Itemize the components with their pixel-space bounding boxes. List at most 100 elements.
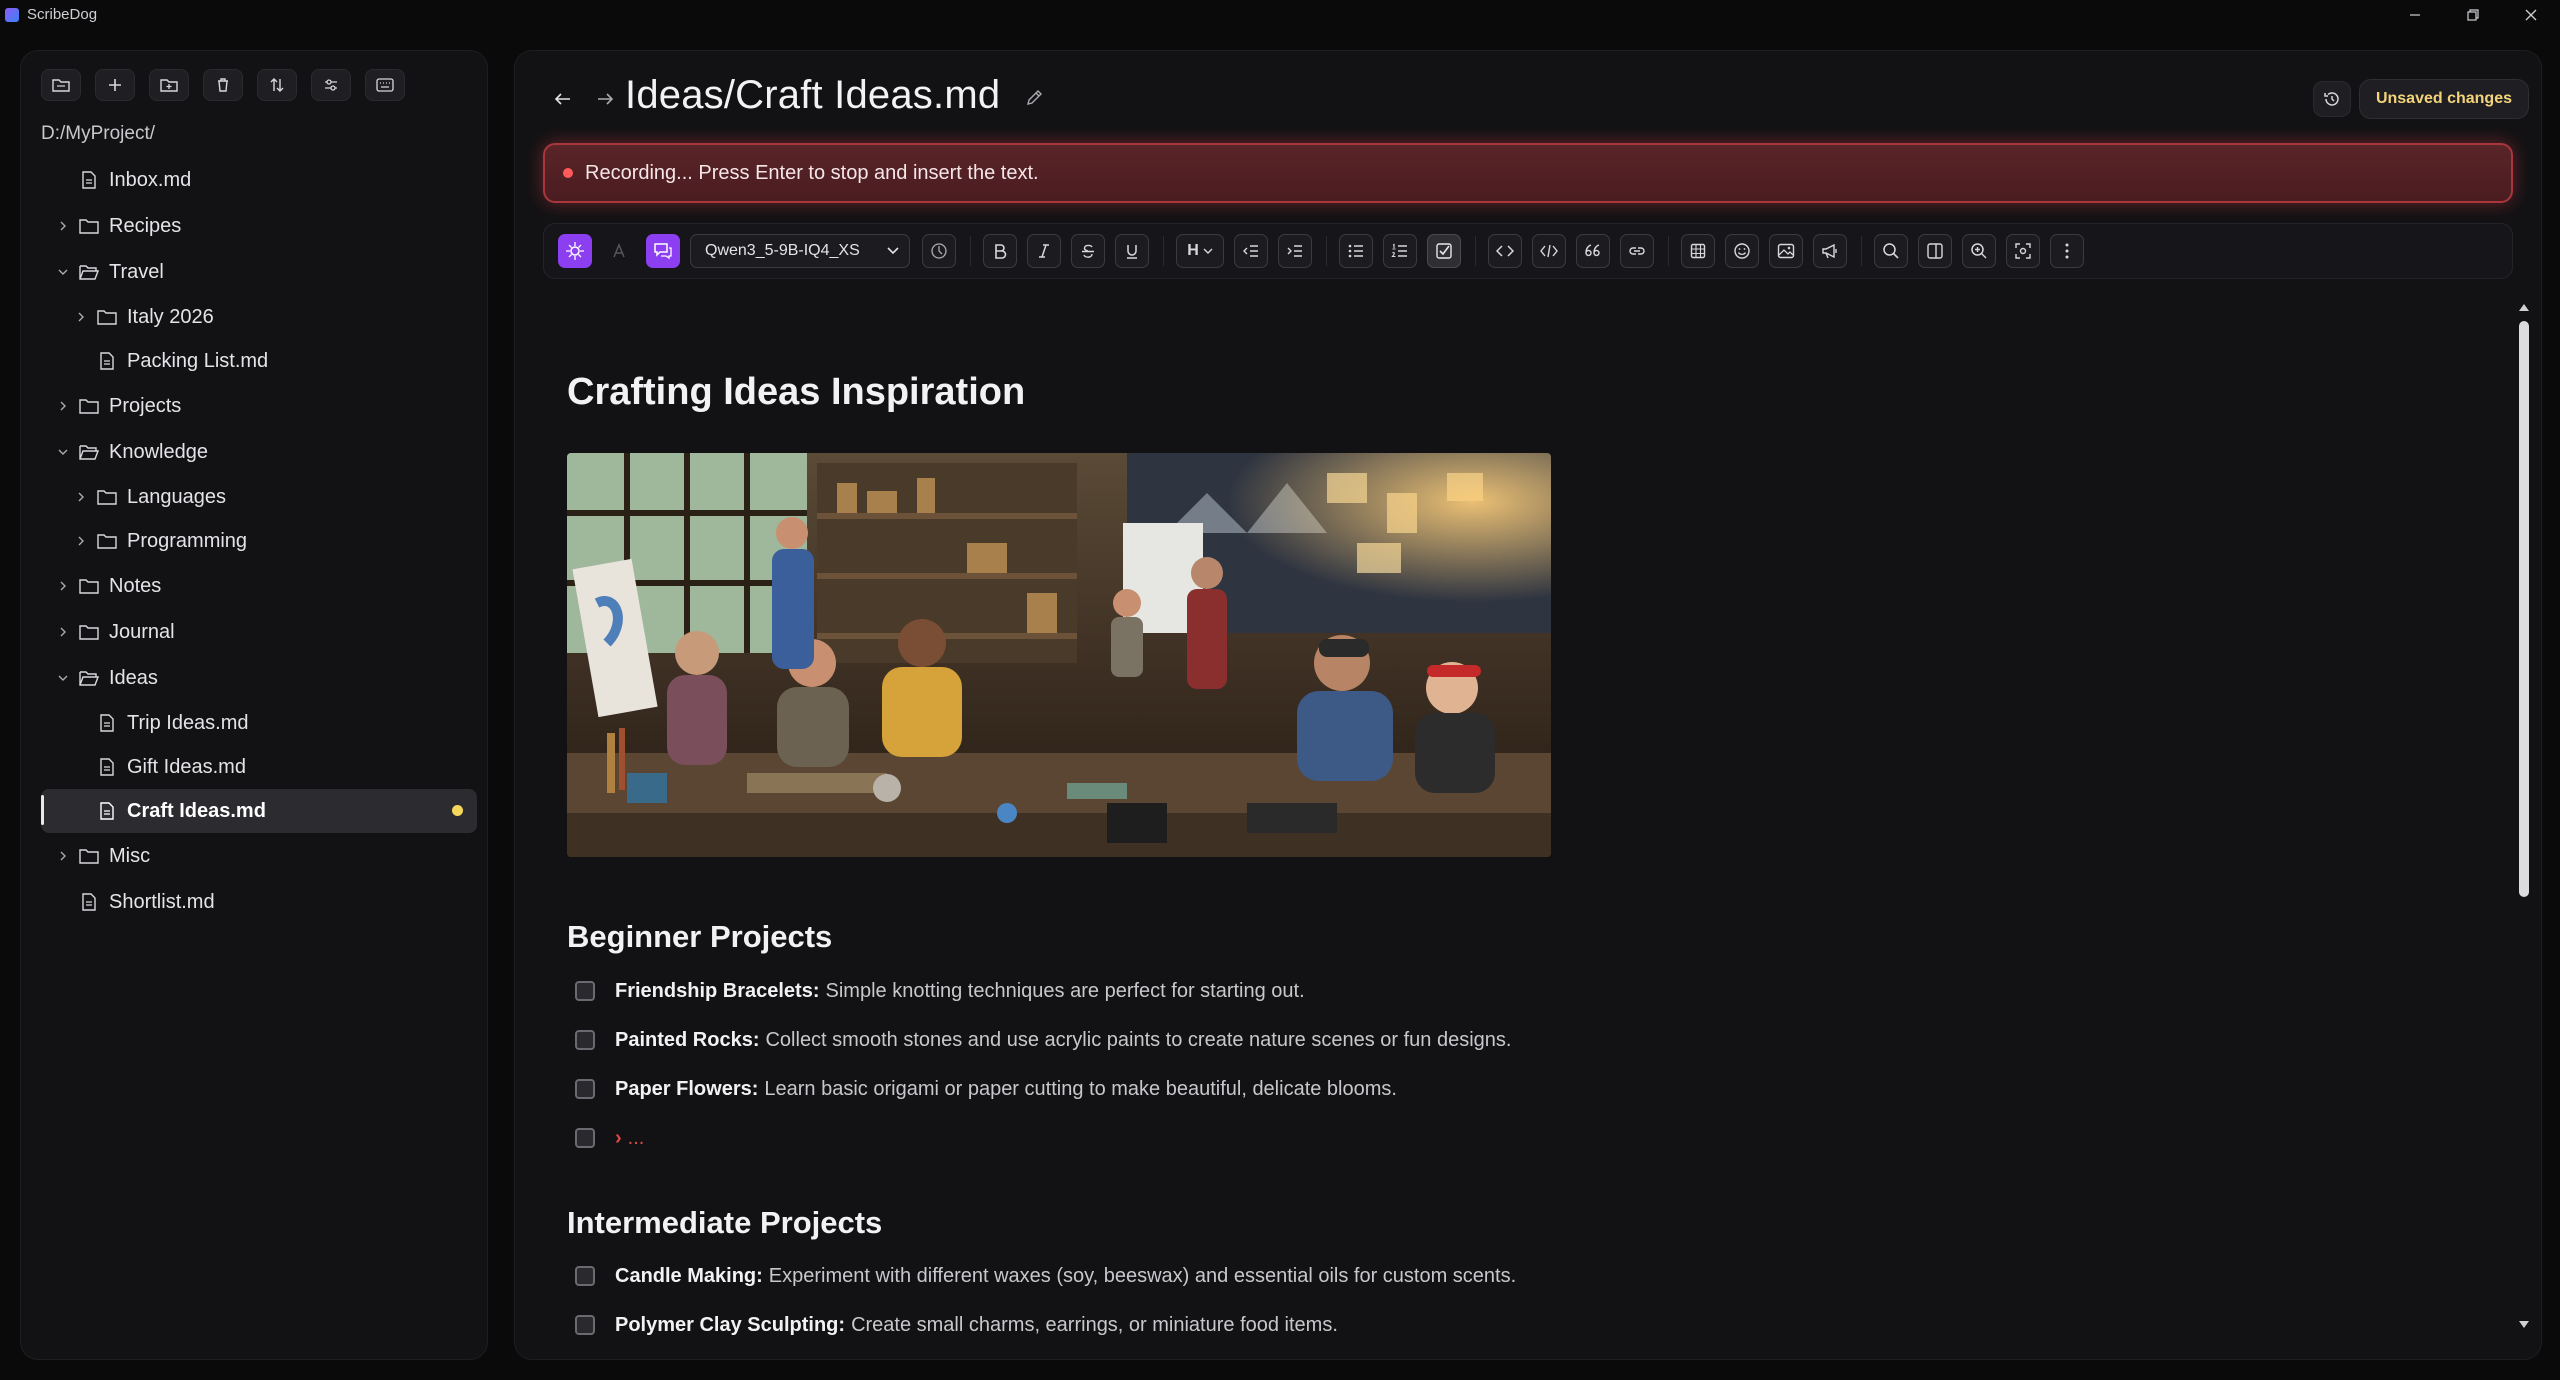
sort-button[interactable] <box>257 69 297 101</box>
task-checkbox[interactable] <box>575 981 595 1001</box>
task-item: Friendship Bracelets: Simple knotting te… <box>567 975 1305 1007</box>
chevron-right-icon[interactable] <box>73 489 89 505</box>
tree-folder-ideas[interactable]: Ideas <box>21 655 487 701</box>
toolbar-divider <box>1668 236 1669 266</box>
emoji-button[interactable] <box>1725 234 1759 268</box>
quote-button[interactable] <box>1576 234 1610 268</box>
tree-file-shortlist[interactable]: Shortlist.md <box>21 879 487 925</box>
tree-folder-projects[interactable]: Projects <box>21 383 487 429</box>
file-icon <box>79 892 99 912</box>
task-checkbox[interactable] <box>575 1079 595 1099</box>
more-vertical-icon <box>2065 243 2069 259</box>
model-settings-button[interactable] <box>922 234 956 268</box>
text-style-button[interactable] <box>602 234 636 268</box>
new-file-button[interactable] <box>95 69 135 101</box>
heading-dropdown[interactable]: H <box>1176 234 1224 268</box>
ai-assist-button[interactable] <box>558 234 592 268</box>
strikethrough-button[interactable] <box>1071 234 1105 268</box>
chevron-right-icon[interactable] <box>55 848 71 864</box>
task-checkbox[interactable] <box>575 1315 595 1335</box>
chevron-right-icon[interactable] <box>55 398 71 414</box>
close-button[interactable] <box>2502 0 2560 29</box>
main-panel: Ideas/Craft Ideas.md Unsaved changes Rec… <box>514 50 2542 1360</box>
tree-item-label: Notes <box>109 574 162 597</box>
tree-file-trip-ideas[interactable]: Trip Ideas.md <box>21 701 487 745</box>
tree-folder-misc[interactable]: Misc <box>21 833 487 879</box>
bold-button[interactable] <box>983 234 1017 268</box>
quote-icon <box>1585 244 1600 257</box>
inline-code-button[interactable] <box>1488 234 1522 268</box>
editor-content[interactable]: Crafting Ideas Inspiration Beginner Proj… <box>543 299 2513 1359</box>
chevron-right-icon[interactable] <box>55 218 71 234</box>
chevron-down-icon[interactable] <box>55 444 71 460</box>
title-bar: ScribeDog <box>0 0 2560 29</box>
sliders-icon <box>325 79 337 91</box>
task-text: ... <box>627 1126 645 1149</box>
chat-button[interactable] <box>646 234 680 268</box>
chevron-right-icon[interactable] <box>73 309 89 325</box>
chevron-down-icon[interactable] <box>55 670 71 686</box>
image-button[interactable] <box>1769 234 1803 268</box>
search-button[interactable] <box>1874 234 1908 268</box>
text-style-icon <box>613 243 625 258</box>
tree-item-label: Knowledge <box>109 440 208 463</box>
file-icon <box>97 713 117 733</box>
table-button[interactable] <box>1681 234 1715 268</box>
task-checkbox[interactable] <box>575 1266 595 1286</box>
task-text: Simple knotting techniques are perfect f… <box>825 979 1305 1002</box>
tree-folder-recipes[interactable]: Recipes <box>21 203 487 249</box>
model-select[interactable]: Qwen3_5-9B-IQ4_XS <box>690 234 910 268</box>
task-checkbox[interactable] <box>575 1128 595 1148</box>
italic-button[interactable] <box>1027 234 1061 268</box>
task-title: Candle Making: <box>615 1264 763 1287</box>
chevron-down-icon[interactable] <box>55 264 71 280</box>
split-view-button[interactable] <box>1918 234 1952 268</box>
announce-button[interactable] <box>1813 234 1847 268</box>
plus-icon <box>109 79 121 91</box>
tree-folder-programming[interactable]: Programming <box>21 519 487 563</box>
numbered-list-button[interactable] <box>1383 234 1417 268</box>
restore-button[interactable] <box>2444 0 2502 29</box>
editor-scrollbar[interactable] <box>2517 299 2531 1331</box>
tree-folder-travel[interactable]: Travel <box>21 249 487 295</box>
tree-folder-notes[interactable]: Notes <box>21 563 487 609</box>
indent-button[interactable] <box>1278 234 1312 268</box>
tree-file-gift-ideas[interactable]: Gift Ideas.md <box>21 745 487 789</box>
tree-folder-languages[interactable]: Languages <box>21 475 487 519</box>
underline-button[interactable] <box>1115 234 1149 268</box>
tree-folder-italy-2026[interactable]: Italy 2026 <box>21 295 487 339</box>
more-button[interactable] <box>2050 234 2084 268</box>
history-button[interactable] <box>2313 81 2351 117</box>
indent-icon <box>1287 245 1302 257</box>
task-checkbox[interactable] <box>575 1030 595 1050</box>
rename-button[interactable] <box>1025 87 1047 109</box>
link-button[interactable] <box>1620 234 1654 268</box>
code-block-button[interactable] <box>1532 234 1566 268</box>
tree-item-label: Programming <box>127 529 248 552</box>
tree-folder-journal[interactable]: Journal <box>21 609 487 655</box>
focus-button[interactable] <box>2006 234 2040 268</box>
new-folder-button[interactable] <box>149 69 189 101</box>
outdent-button[interactable] <box>1234 234 1268 268</box>
chevron-right-icon[interactable] <box>55 624 71 640</box>
filter-button[interactable] <box>311 69 351 101</box>
tree-item-label: Craft Ideas.md <box>127 799 266 822</box>
tree-file-inbox[interactable]: Inbox.md <box>21 157 487 203</box>
zoom-button[interactable] <box>1962 234 1996 268</box>
file-icon <box>97 757 117 777</box>
keyboard-button[interactable] <box>365 69 405 101</box>
chevron-right-icon[interactable] <box>73 533 89 549</box>
back-button[interactable] <box>551 87 575 111</box>
chevron-right-icon[interactable] <box>55 578 71 594</box>
unsaved-changes-button[interactable]: Unsaved changes <box>2358 79 2529 119</box>
scroll-thumb[interactable] <box>2519 321 2529 897</box>
task-list-button[interactable] <box>1427 234 1461 268</box>
tree-file-packing-list[interactable]: Packing List.md <box>21 339 487 383</box>
delete-button[interactable] <box>203 69 243 101</box>
tree-file-craft-ideas[interactable]: Craft Ideas.md <box>41 789 477 833</box>
forward-button[interactable] <box>593 87 617 111</box>
bullet-list-button[interactable] <box>1339 234 1373 268</box>
open-folder-button[interactable] <box>41 69 81 101</box>
minimize-button[interactable] <box>2386 0 2444 29</box>
tree-folder-knowledge[interactable]: Knowledge <box>21 429 487 475</box>
